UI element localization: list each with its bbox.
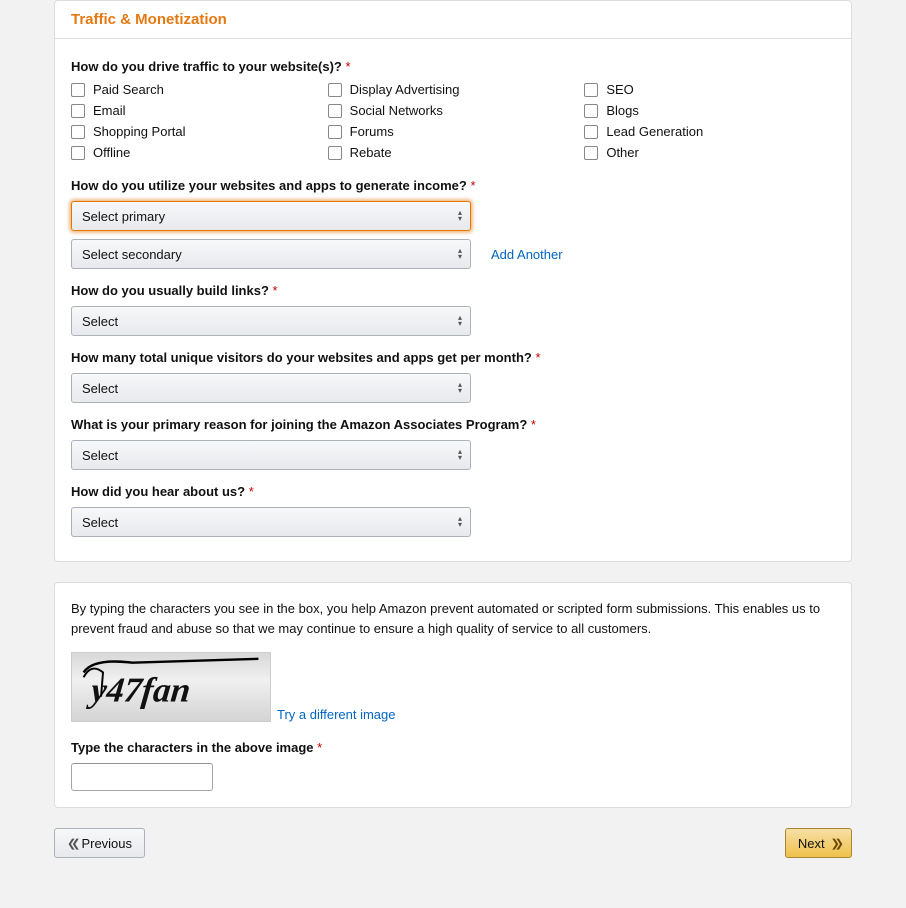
checkbox-icon[interactable]	[328, 83, 342, 97]
checkbox-icon[interactable]	[328, 104, 342, 118]
captcha-input[interactable]	[71, 763, 213, 791]
visitors-select[interactable]: Select ▴▾	[71, 373, 471, 403]
traffic-question-label: How do you drive traffic to your website…	[71, 59, 835, 74]
select-arrows-icon: ▴▾	[458, 248, 462, 260]
checkbox-icon[interactable]	[584, 83, 598, 97]
checkbox-icon[interactable]	[584, 104, 598, 118]
select-arrows-icon: ▴▾	[458, 516, 462, 528]
income-secondary-select[interactable]: Select secondary ▴▾	[71, 239, 471, 269]
traffic-option[interactable]: Lead Generation	[584, 124, 835, 139]
income-question-label: How do you utilize your websites and app…	[71, 178, 835, 193]
checkbox-icon[interactable]	[71, 125, 85, 139]
traffic-option[interactable]: Other	[584, 145, 835, 160]
panel-title: Traffic & Monetization	[55, 1, 851, 39]
traffic-options-grid: Paid Search Display Advertising SEO Email So…	[71, 82, 835, 160]
traffic-option[interactable]: Display Advertising	[328, 82, 579, 97]
traffic-option[interactable]: Social Networks	[328, 103, 579, 118]
captcha-image: y47fan	[71, 652, 271, 722]
traffic-option[interactable]: Blogs	[584, 103, 835, 118]
traffic-option-label: Display Advertising	[350, 82, 460, 97]
traffic-option-label: Rebate	[350, 145, 392, 160]
traffic-option-label: Offline	[93, 145, 130, 160]
checkbox-icon[interactable]	[584, 146, 598, 160]
reason-label: What is your primary reason for joining …	[71, 417, 835, 432]
traffic-option-label: Blogs	[606, 103, 639, 118]
captcha-panel: By typing the characters you see in the …	[54, 582, 852, 808]
try-different-image-link[interactable]: Try a different image	[277, 707, 396, 722]
checkbox-icon[interactable]	[328, 146, 342, 160]
traffic-option[interactable]: Rebate	[328, 145, 579, 160]
select-arrows-icon: ▴▾	[458, 315, 462, 327]
hear-select[interactable]: Select ▴▾	[71, 507, 471, 537]
checkbox-icon[interactable]	[71, 104, 85, 118]
traffic-option-label: Lead Generation	[606, 124, 703, 139]
traffic-option[interactable]: Email	[71, 103, 322, 118]
income-primary-select[interactable]: Select primary ▴▾	[71, 201, 471, 231]
traffic-monetization-panel: Traffic & Monetization How do you drive …	[54, 0, 852, 562]
previous-button[interactable]: ❮❮ Previous	[54, 828, 145, 858]
chevron-right-icon: ❯❯	[831, 837, 839, 850]
select-arrows-icon: ▴▾	[458, 210, 462, 222]
traffic-option-label: Other	[606, 145, 639, 160]
hear-label: How did you hear about us? *	[71, 484, 835, 499]
select-arrows-icon: ▴▾	[458, 449, 462, 461]
captcha-input-label: Type the characters in the above image *	[71, 740, 835, 755]
traffic-option-label: Shopping Portal	[93, 124, 186, 139]
traffic-option-label: Email	[93, 103, 126, 118]
add-another-link[interactable]: Add Another	[491, 247, 563, 262]
traffic-option[interactable]: Shopping Portal	[71, 124, 322, 139]
traffic-option[interactable]: Forums	[328, 124, 579, 139]
select-arrows-icon: ▴▾	[458, 382, 462, 394]
build-links-label: How do you usually build links? *	[71, 283, 835, 298]
traffic-option[interactable]: SEO	[584, 82, 835, 97]
traffic-option-label: Social Networks	[350, 103, 443, 118]
chevron-left-icon: ❮❮	[67, 837, 75, 850]
build-links-select[interactable]: Select ▴▾	[71, 306, 471, 336]
traffic-option[interactable]: Offline	[71, 145, 322, 160]
reason-select[interactable]: Select ▴▾	[71, 440, 471, 470]
nav-row: ❮❮ Previous Next ❯❯	[54, 828, 852, 858]
traffic-option-label: Paid Search	[93, 82, 164, 97]
traffic-option-label: SEO	[606, 82, 633, 97]
next-button[interactable]: Next ❯❯	[785, 828, 852, 858]
traffic-option[interactable]: Paid Search	[71, 82, 322, 97]
captcha-intro-text: By typing the characters you see in the …	[71, 599, 835, 638]
checkbox-icon[interactable]	[328, 125, 342, 139]
visitors-label: How many total unique visitors do your w…	[71, 350, 835, 365]
checkbox-icon[interactable]	[584, 125, 598, 139]
checkbox-icon[interactable]	[71, 83, 85, 97]
traffic-option-label: Forums	[350, 124, 394, 139]
checkbox-icon[interactable]	[71, 146, 85, 160]
